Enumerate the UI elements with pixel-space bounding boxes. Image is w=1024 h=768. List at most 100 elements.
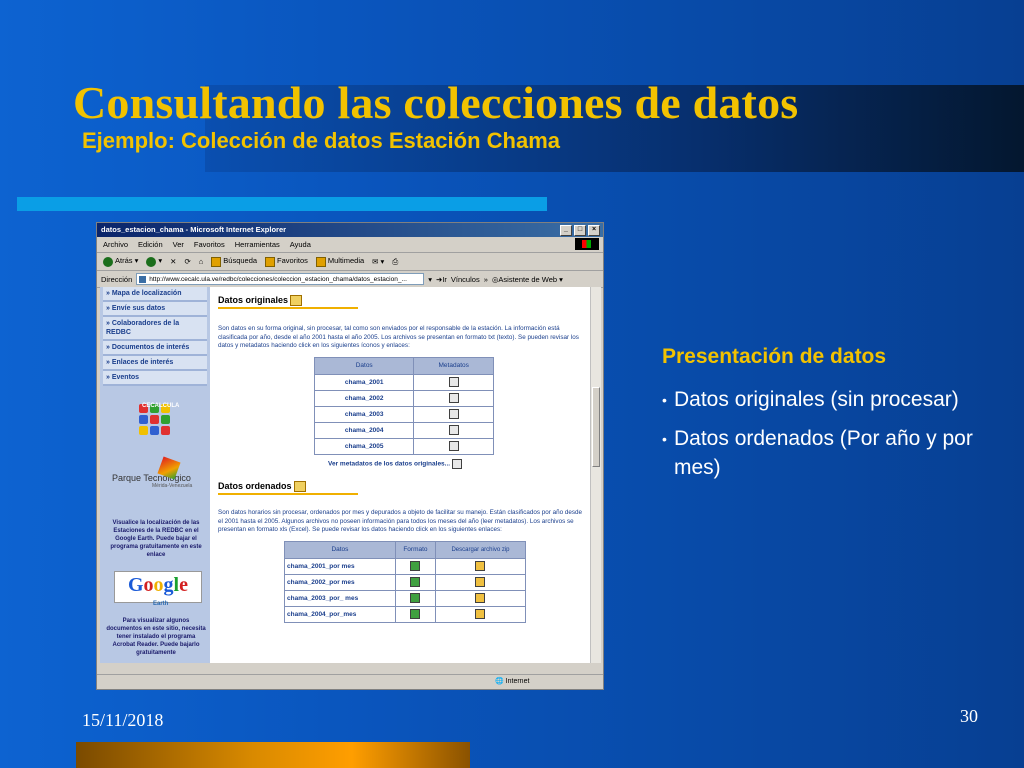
print-button[interactable]: ⎙ [392, 257, 398, 267]
multimedia-button[interactable]: Multimedia [315, 256, 364, 267]
bullet-dot-icon: • [662, 431, 667, 447]
sidebar-item-collaborators[interactable]: » Colaboradores de la REDBC [103, 317, 207, 341]
metadata-file-icon[interactable] [448, 377, 459, 388]
menu-archivo[interactable]: Archivo [103, 240, 128, 249]
column-header: Metadatos [413, 356, 494, 375]
data-link[interactable]: chama_2002 [313, 389, 415, 407]
data-link[interactable]: chama_2003 [313, 405, 415, 423]
column-header: Descargar archivo zip [434, 540, 527, 559]
maximize-icon[interactable]: □ [574, 225, 586, 236]
mail-button[interactable]: ✉ ▾ [372, 257, 384, 266]
page-content: » Mapa de localización » Envíe sus datos… [100, 287, 593, 663]
menu-favoritos[interactable]: Favoritos [194, 240, 225, 249]
data-link[interactable]: chama_2002_por mes [284, 573, 396, 591]
data-link[interactable]: chama_2004_por_mes [284, 605, 396, 623]
bullet-item: • Datos ordenados (Por año y por mes) [662, 424, 992, 482]
main-column: Datos originales Son datos en su forma o… [218, 287, 588, 623]
zip-file-icon[interactable] [475, 609, 486, 620]
slide-title: Consultando las colecciones de datos [73, 77, 799, 128]
close-icon[interactable]: × [588, 225, 600, 236]
metadata-file-icon[interactable] [448, 441, 459, 452]
excel-file-icon[interactable] [410, 593, 421, 604]
excel-file-icon[interactable] [410, 561, 421, 572]
originales-table: Datos Metadatos chama_2001 chama_2002 ch… [313, 356, 494, 455]
slide-number: 30 [960, 706, 978, 726]
browser-toolbar: Atrás ▾ ▾ ✕ ⟳ ⌂ Búsqueda Favoritos Multi… [97, 253, 603, 271]
table-row: chama_2001_por mes [284, 557, 527, 575]
address-input[interactable]: http://www.cecalc.ula.ve/redbc/coleccion… [136, 273, 425, 285]
metadata-file-icon[interactable] [448, 425, 459, 436]
table-row: chama_2003 [313, 405, 494, 423]
data-link[interactable]: chama_2004 [313, 421, 415, 439]
address-label: Dirección [101, 274, 133, 284]
menu-ver[interactable]: Ver [173, 240, 184, 249]
multimedia-icon [315, 256, 326, 267]
menu-bar: Archivo Edición Ver Favoritos Herramient… [97, 237, 603, 253]
scrollbar-thumb[interactable] [592, 387, 600, 467]
links-label[interactable]: Vínculos [451, 275, 480, 284]
address-bar: Dirección http://www.cecalc.ula.ve/redbc… [97, 271, 603, 288]
star-icon [265, 256, 276, 267]
sidebar-item-documents[interactable]: » Documentos de interés [103, 341, 207, 356]
metadata-file-icon[interactable] [448, 393, 459, 404]
sidebar-item-events[interactable]: » Eventos [103, 371, 207, 386]
chevron-right-icon[interactable]: » [484, 275, 488, 284]
data-link[interactable]: chama_2001 [313, 373, 415, 391]
data-link[interactable]: chama_2005 [313, 437, 415, 455]
slide-date: 15/11/2018 [82, 710, 164, 730]
table-row: chama_2002_por mes [284, 573, 527, 591]
refresh-button[interactable]: ⟳ [184, 257, 190, 266]
home-button[interactable]: ⌂ [199, 257, 204, 266]
excel-file-icon[interactable] [410, 609, 421, 620]
sidebar-item-map[interactable]: » Mapa de localización [103, 287, 207, 302]
cecalcula-label: CECALCULA [142, 403, 180, 409]
ordenados-table: Datos Formato Descargar archivo zip cham… [284, 540, 527, 623]
windows-logo-icon [575, 238, 599, 250]
minimize-icon[interactable]: _ [560, 225, 572, 236]
menu-ayuda[interactable]: Ayuda [290, 240, 311, 249]
favorites-button[interactable]: Favoritos [265, 256, 308, 267]
forward-arrow-icon [146, 256, 157, 267]
column-header: Formato [394, 540, 436, 559]
sidebar-item-links[interactable]: » Enlaces de interés [103, 356, 207, 371]
google-earth-logo[interactable]: Google Earth [114, 571, 202, 607]
table-row: chama_2004 [313, 421, 494, 439]
slide-subtitle: Ejemplo: Colección de datos Estación Cha… [82, 128, 560, 153]
sidebar-item-send-data[interactable]: » Envíe sus datos [103, 302, 207, 317]
folder-icon [290, 295, 303, 307]
metadata-link[interactable]: Ver metadatos de los datos originales... [328, 458, 588, 469]
table-row: chama_2005 [313, 437, 494, 455]
forward-button[interactable]: ▾ [146, 256, 162, 267]
data-link[interactable]: chama_2003_por_ mes [284, 589, 396, 607]
back-button[interactable]: Atrás ▾ [103, 256, 138, 267]
parque-tecnologico-logo[interactable]: Parque Tecnológico Mérida-Venezuela [112, 456, 207, 489]
table-row: chama_2001 [313, 373, 494, 391]
menu-herramientas[interactable]: Herramientas [235, 240, 280, 249]
status-bar: 🌐 Internet [97, 674, 603, 689]
stop-button[interactable]: ✕ [170, 257, 176, 266]
menu-edicion[interactable]: Edición [138, 240, 163, 249]
table-row: chama_2002 [313, 389, 494, 407]
data-link[interactable]: chama_2001_por mes [284, 557, 396, 575]
search-icon [211, 256, 222, 267]
folder-icon [293, 481, 306, 493]
table-row: chama_2004_por_mes [284, 605, 527, 623]
zip-file-icon[interactable] [475, 593, 486, 604]
back-arrow-icon [103, 256, 113, 267]
google-earth-text: Visualice la localización de las Estacio… [110, 520, 202, 558]
excel-file-icon[interactable] [410, 577, 421, 588]
window-title: datos_estacion_chama - Microsoft Interne… [101, 225, 287, 234]
address-dropdown-icon[interactable]: ▾ [428, 275, 432, 284]
bullets-heading: Presentación de datos [662, 345, 887, 368]
ordenados-heading: Datos ordenados [218, 481, 588, 497]
search-button[interactable]: Búsqueda [211, 256, 257, 267]
window-title-bar: datos_estacion_chama - Microsoft Interne… [97, 223, 603, 237]
vertical-scrollbar[interactable] [590, 287, 601, 663]
metadata-file-icon[interactable] [448, 409, 459, 420]
browser-window: datos_estacion_chama - Microsoft Interne… [96, 222, 604, 690]
zip-file-icon[interactable] [475, 561, 486, 572]
column-header: Datos [313, 356, 415, 375]
go-button[interactable]: ➜Ir [436, 275, 447, 284]
web-assistant-button[interactable]: ◎Asistente de Web ▾ [492, 275, 563, 284]
zip-file-icon[interactable] [475, 577, 486, 588]
